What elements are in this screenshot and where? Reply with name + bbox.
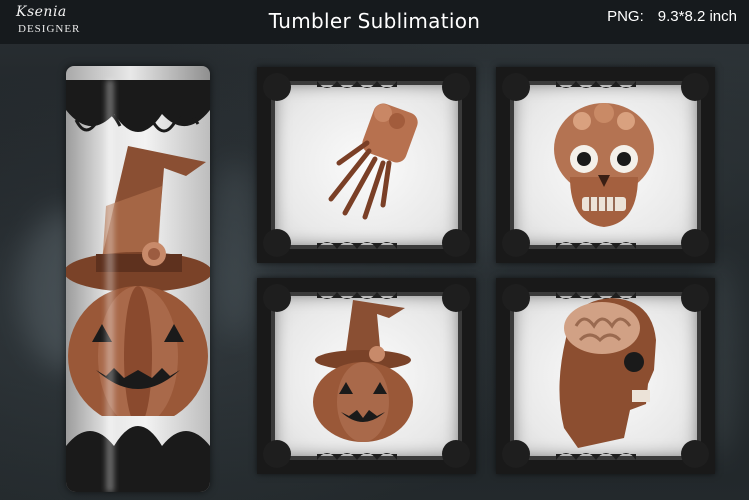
format-spec: PNG: 9.3*8.2 inch <box>607 8 737 25</box>
tumbler-mockup <box>66 66 210 492</box>
size-label: 9.3*8.2 inch <box>657 8 737 25</box>
witch-pumpkin-icon <box>66 146 210 416</box>
header-bar: Ksenia DESIGNER Tumbler Sublimation PNG:… <box>0 0 749 44</box>
tumbler-lid <box>66 66 210 80</box>
design-panel <box>496 67 715 263</box>
witch-pumpkin-icon <box>313 300 413 442</box>
format-label: PNG: <box>607 8 644 25</box>
sugar-skull-icon <box>554 103 654 227</box>
tumbler-lace-band-bottom <box>66 426 210 492</box>
design-panel <box>257 67 476 263</box>
tumbler-shine <box>106 80 114 492</box>
lace-hand-icon <box>328 103 418 220</box>
skull-profile-brain-icon <box>559 298 656 448</box>
design-panel <box>496 278 715 474</box>
design-panel <box>257 278 476 474</box>
